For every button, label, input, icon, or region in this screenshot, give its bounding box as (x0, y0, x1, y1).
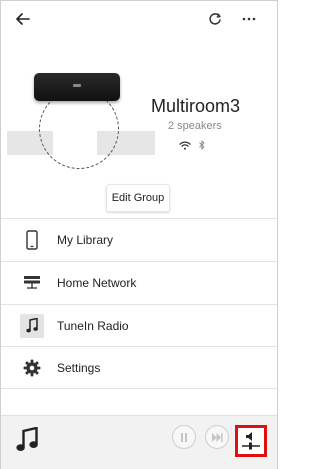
album-art-music-note-icon[interactable] (7, 420, 47, 460)
divider (1, 388, 277, 389)
more-options-icon[interactable] (235, 5, 263, 33)
menu-item-home-network[interactable]: Home Network (1, 262, 277, 304)
speaker-count: 2 speakers (168, 120, 222, 132)
edit-group-button[interactable]: Edit Group (106, 184, 170, 212)
app-frame: Multiroom3 2 speakers Edit Group My Libr… (0, 0, 278, 469)
menu-label: Home Network (57, 276, 137, 290)
speaker-logo (73, 84, 81, 87)
speaker-group-ring (39, 89, 119, 169)
menu-item-tunein-radio[interactable]: TuneIn Radio (1, 305, 277, 347)
music-note-icon (20, 314, 44, 338)
top-bar (1, 1, 277, 37)
phone-icon (20, 228, 44, 252)
menu-label: Settings (57, 361, 101, 375)
menu-item-my-library[interactable]: My Library (1, 219, 277, 261)
refresh-icon[interactable] (201, 5, 229, 33)
device-panel: Multiroom3 2 speakers (1, 37, 277, 177)
wifi-icon (179, 137, 191, 155)
speaker-image[interactable] (34, 73, 120, 101)
menu-label: TuneIn Radio (57, 319, 129, 333)
menu-label: My Library (57, 233, 114, 247)
skip-next-icon[interactable] (205, 425, 229, 449)
bluetooth-icon (199, 137, 205, 155)
pause-icon[interactable] (172, 425, 196, 449)
group-name: Multiroom3 (151, 96, 241, 116)
mini-player (1, 415, 277, 469)
connection-status (179, 137, 205, 155)
back-arrow-icon[interactable] (9, 5, 37, 33)
gear-icon (20, 356, 44, 380)
menu-item-settings[interactable]: Settings (1, 347, 277, 389)
volume-settings-icon[interactable] (235, 425, 267, 457)
network-server-icon (20, 271, 44, 295)
